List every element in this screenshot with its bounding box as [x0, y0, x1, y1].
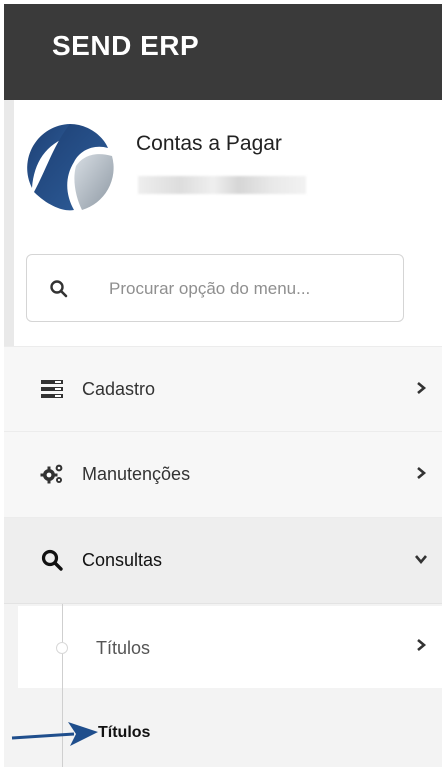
menu-search-box[interactable] — [26, 254, 404, 322]
menu-search-input[interactable] — [107, 275, 391, 303]
profile-name: Contas a Pagar — [136, 132, 282, 155]
menu-item-label: Consultas — [82, 550, 163, 570]
menu-item-label: Cadastro — [82, 379, 156, 399]
search-icon — [50, 280, 68, 298]
app-title: SEND ERP — [52, 30, 200, 61]
menu-item-consultas[interactable]: Consultas — [4, 518, 442, 604]
submenu-item-label: Títulos — [96, 638, 151, 658]
tree-node-dot — [56, 642, 68, 654]
chevron-right-icon — [417, 382, 427, 394]
submenu-item-titulos[interactable] — [18, 606, 442, 688]
company-logo — [25, 123, 115, 213]
app-header: SEND ERP — [4, 4, 442, 100]
chevron-right-icon — [417, 467, 427, 479]
menu-item-cadastro[interactable]: Cadastro — [4, 346, 442, 432]
annotation-arrow-icon — [11, 722, 98, 746]
sidebar-edge — [4, 100, 14, 346]
list-icon — [41, 380, 63, 398]
chevron-down-icon — [415, 555, 427, 565]
search-icon — [41, 549, 63, 571]
chevron-right-icon — [417, 639, 427, 651]
leaf-item-titulos[interactable]: Títulos — [98, 724, 150, 742]
menu-item-label: Manutenções — [82, 464, 191, 484]
gears-icon — [40, 464, 63, 484]
menu-item-manutencoes[interactable]: Manutenções — [4, 432, 442, 518]
profile-subtitle-redacted — [138, 176, 306, 194]
